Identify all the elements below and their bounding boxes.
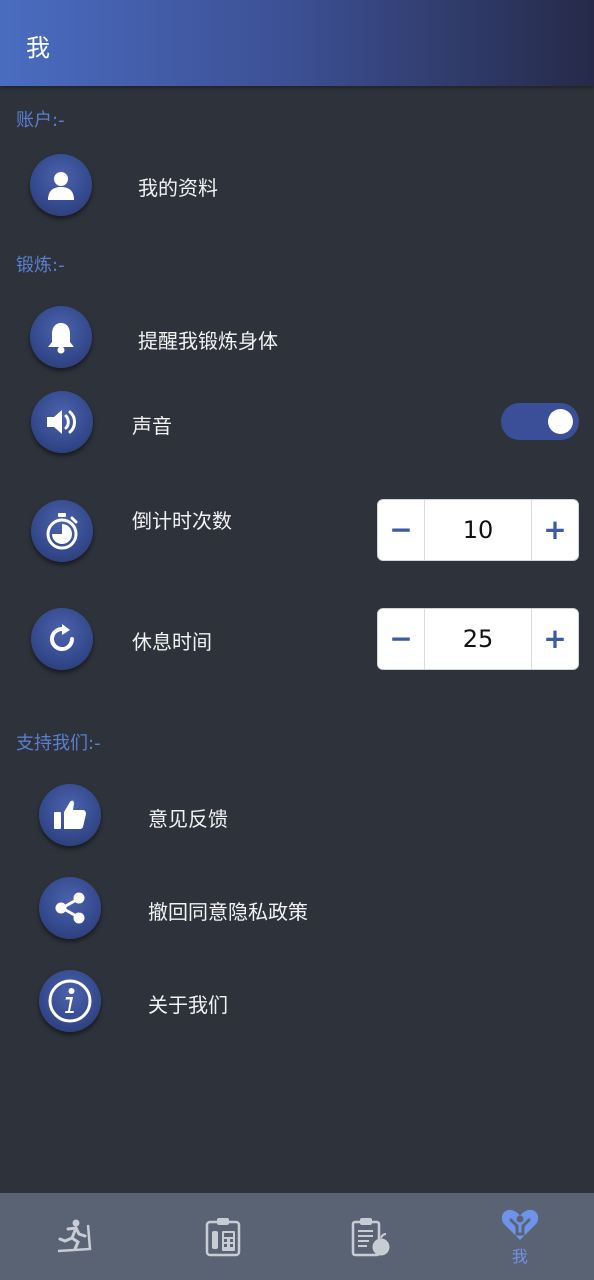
sound-label: 声音 — [132, 414, 172, 438]
about-label: 关于我们 — [148, 993, 228, 1017]
nav-label-me: 我 — [511, 1246, 528, 1266]
countdown-label: 倒计时次数 — [132, 509, 232, 533]
bottom-nav: 我 — [0, 1193, 594, 1280]
reminder-label: 提醒我锻炼身体 — [138, 329, 278, 353]
user-icon — [30, 154, 92, 216]
bell-icon — [30, 306, 92, 368]
feedback-label: 意见反馈 — [148, 807, 228, 831]
nav-item-calculator[interactable] — [149, 1193, 298, 1280]
section-label-support: 支持我们:- — [16, 733, 101, 754]
clipboard-calculator-icon — [205, 1217, 240, 1256]
page-title: 我 — [26, 34, 50, 62]
refresh-icon — [31, 608, 93, 670]
treadmill-icon — [58, 1219, 92, 1252]
rest-label: 休息时间 — [132, 630, 212, 654]
info-icon — [39, 970, 101, 1032]
stopwatch-icon — [31, 500, 93, 562]
rest-value[interactable]: 25 — [425, 609, 531, 669]
app-root: 我 账户:- 我的资料 锻炼:- 提醒我锻炼身体 声音 倒计时次数 − 10 +… — [0, 0, 594, 1280]
speaker-icon — [31, 391, 93, 453]
countdown-stepper: − 10 + — [377, 499, 579, 561]
profile-label: 我的资料 — [138, 176, 218, 200]
countdown-increment-button[interactable]: + — [531, 500, 578, 560]
sound-toggle[interactable] — [501, 403, 579, 440]
nav-item-diet[interactable] — [297, 1193, 446, 1280]
diet-plan-icon — [352, 1217, 390, 1256]
nav-item-workout[interactable] — [0, 1193, 149, 1280]
toggle-knob — [548, 409, 573, 434]
countdown-decrement-button[interactable]: − — [378, 500, 425, 560]
app-header: 我 — [0, 0, 594, 86]
share-icon — [39, 877, 101, 939]
thumbs-up-icon — [39, 784, 101, 846]
rest-stepper: − 25 + — [377, 608, 579, 670]
section-label-exercise: 锻炼:- — [16, 255, 65, 276]
rest-decrement-button[interactable]: − — [378, 609, 425, 669]
countdown-value[interactable]: 10 — [425, 500, 531, 560]
heart-person-icon — [501, 1209, 538, 1240]
rest-increment-button[interactable]: + — [531, 609, 578, 669]
withdraw-consent-label: 撤回同意隐私政策 — [148, 900, 308, 924]
section-label-account: 账户:- — [16, 110, 65, 131]
nav-item-me[interactable]: 我 — [446, 1193, 594, 1280]
